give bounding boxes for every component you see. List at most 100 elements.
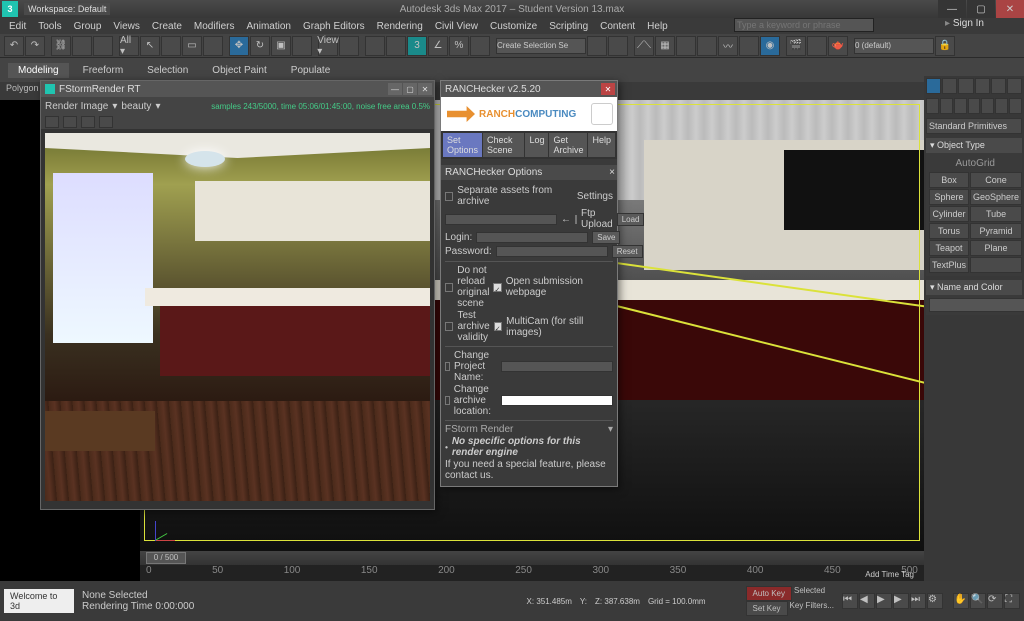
- btn-plane[interactable]: Plane: [970, 240, 1022, 256]
- placement-icon[interactable]: [292, 36, 312, 56]
- select-icon[interactable]: ↖: [140, 36, 160, 56]
- selset-prev-icon[interactable]: [587, 36, 607, 56]
- refcoord-icon[interactable]: View ▾: [318, 36, 338, 56]
- unlink-icon[interactable]: [72, 36, 92, 56]
- toggle-ribbon-icon[interactable]: [697, 36, 717, 56]
- modify-tab-icon[interactable]: [942, 78, 957, 94]
- move-icon[interactable]: ✥: [229, 36, 249, 56]
- utilities-tab-icon[interactable]: [1007, 78, 1022, 94]
- redo-icon[interactable]: ↷: [25, 36, 45, 56]
- tab-objectpaint[interactable]: Object Paint: [202, 63, 276, 78]
- search-input[interactable]: [734, 18, 874, 32]
- coord-z[interactable]: Z: 387.638m: [595, 597, 640, 606]
- ranch-options-header[interactable]: RANCHecker Options×: [441, 165, 617, 180]
- chk-mc[interactable]: [494, 322, 502, 331]
- select-name-icon[interactable]: [161, 36, 181, 56]
- systems-icon[interactable]: [1009, 98, 1022, 114]
- workspace-label[interactable]: Workspace: Default: [24, 3, 110, 15]
- btn-cylinder[interactable]: Cylinder: [929, 206, 969, 222]
- object-name-input[interactable]: [929, 298, 1024, 312]
- manipulate-icon[interactable]: [365, 36, 385, 56]
- namecolor-header[interactable]: Name and Color: [926, 280, 1022, 295]
- archive-path-input[interactable]: [445, 214, 557, 225]
- select-region-icon[interactable]: ▭: [182, 36, 202, 56]
- load-button[interactable]: Load: [617, 213, 645, 226]
- maximize-button[interactable]: ▢: [967, 0, 995, 18]
- menu-customize[interactable]: Customize: [485, 21, 542, 32]
- percent-snap-icon[interactable]: %: [449, 36, 469, 56]
- chk-tav[interactable]: [445, 322, 453, 331]
- play-next-icon[interactable]: ▶: [893, 593, 909, 609]
- login-input[interactable]: [476, 232, 588, 243]
- menu-edit[interactable]: Edit: [4, 21, 31, 32]
- menu-civilview[interactable]: Civil View: [430, 21, 483, 32]
- render-tool-icon[interactable]: [45, 116, 59, 128]
- btn-sphere[interactable]: Sphere: [929, 189, 969, 205]
- ranchecker-dialog[interactable]: RANCHecker v2.5.20✕ RANCHCOMPUTING Set O…: [440, 80, 618, 487]
- render-frame-icon[interactable]: [807, 36, 827, 56]
- menu-rendering[interactable]: Rendering: [372, 21, 428, 32]
- btn-geosphere[interactable]: GeoSphere: [970, 189, 1022, 205]
- lock-icon[interactable]: 🔒: [935, 36, 955, 56]
- snap-toggle-icon[interactable]: 3: [407, 36, 427, 56]
- archloc-input[interactable]: [501, 395, 613, 406]
- tab-freeform[interactable]: Freeform: [73, 63, 134, 78]
- render-tool-icon[interactable]: [99, 116, 113, 128]
- nav-orbit-icon[interactable]: ⟳: [987, 593, 1003, 609]
- tab-populate[interactable]: Populate: [281, 63, 340, 78]
- sign-in-link[interactable]: ▸ Sign In: [945, 18, 984, 29]
- layer-icon[interactable]: [676, 36, 696, 56]
- play-start-icon[interactable]: ⏮: [842, 593, 858, 609]
- autokey-button[interactable]: Auto Key: [746, 586, 792, 601]
- render-window[interactable]: FStormRender RT —▢✕ Render Image▾ beauty…: [40, 80, 435, 510]
- tab-selection[interactable]: Selection: [137, 63, 198, 78]
- time-handle[interactable]: 0 / 500: [146, 552, 186, 564]
- category-dropdown[interactable]: Standard Primitives: [926, 118, 1022, 134]
- render-combo1[interactable]: Render Image: [45, 101, 108, 112]
- motion-tab-icon[interactable]: [975, 78, 990, 94]
- projname-input[interactable]: [501, 361, 613, 372]
- chk-cpn[interactable]: [445, 362, 450, 371]
- menu-animation[interactable]: Animation: [241, 21, 295, 32]
- time-slider[interactable]: 0 / 500 050100150200250300350400450500: [140, 551, 924, 581]
- objecttype-header[interactable]: Object Type: [926, 138, 1022, 153]
- display-tab-icon[interactable]: [991, 78, 1006, 94]
- btn-pyramid[interactable]: Pyramid: [970, 223, 1022, 239]
- select-filter-icon[interactable]: All ▾: [119, 36, 139, 56]
- rotate-icon[interactable]: ↻: [250, 36, 270, 56]
- menu-tools[interactable]: Tools: [33, 21, 66, 32]
- menu-scripting[interactable]: Scripting: [544, 21, 593, 32]
- coord-y[interactable]: Y:: [580, 597, 587, 606]
- menu-help[interactable]: Help: [642, 21, 673, 32]
- render-combo2[interactable]: beauty: [121, 101, 151, 112]
- keymode-combo[interactable]: Selected: [794, 586, 825, 601]
- schematic-icon[interactable]: [739, 36, 759, 56]
- btn-textplus[interactable]: TextPlus: [929, 257, 969, 273]
- btn-box[interactable]: Box: [929, 172, 969, 188]
- nav-max-icon[interactable]: ⛶: [1004, 593, 1020, 609]
- window-crossing-icon[interactable]: [203, 36, 223, 56]
- render-tool-icon[interactable]: [81, 116, 95, 128]
- btn-torus[interactable]: Torus: [929, 223, 969, 239]
- lights-icon[interactable]: [954, 98, 967, 114]
- chk-osw[interactable]: [493, 283, 501, 292]
- curve-editor-icon[interactable]: 〰: [718, 36, 738, 56]
- tab-getarchive[interactable]: Get Archive: [549, 133, 587, 157]
- setkey-button[interactable]: Set Key: [746, 601, 788, 616]
- menu-group[interactable]: Group: [69, 21, 107, 32]
- shapes-icon[interactable]: [940, 98, 953, 114]
- cameras-icon[interactable]: [968, 98, 981, 114]
- named-sel-input[interactable]: [496, 38, 586, 54]
- tab-checkscene[interactable]: Check Scene: [483, 133, 524, 157]
- keyboard-icon[interactable]: [386, 36, 406, 56]
- password-input[interactable]: [496, 246, 608, 257]
- btn-cone[interactable]: Cone: [970, 172, 1022, 188]
- selset-next-icon[interactable]: [608, 36, 628, 56]
- link-icon[interactable]: ⛓: [51, 36, 71, 56]
- menu-modifiers[interactable]: Modifiers: [189, 21, 240, 32]
- align-icon[interactable]: ▦: [655, 36, 675, 56]
- play-icon[interactable]: ▶: [876, 593, 892, 609]
- spinner-snap-icon[interactable]: [470, 36, 490, 56]
- addtimetag-link[interactable]: Add Time Tag: [865, 570, 914, 579]
- menu-views[interactable]: Views: [108, 21, 145, 32]
